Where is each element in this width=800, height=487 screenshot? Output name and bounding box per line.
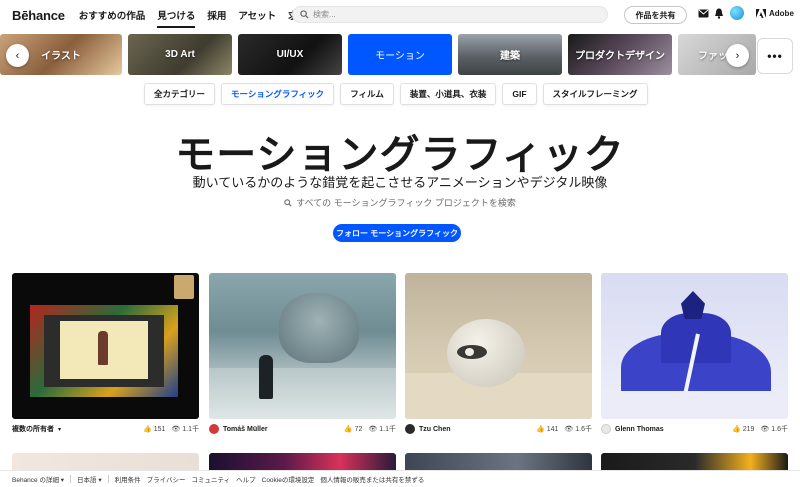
avatar [601,424,611,434]
avatar [405,424,415,434]
likes-count: 👍 72 [343,425,363,434]
search-icon [300,10,309,19]
likes-count: 👍 219 [731,425,755,434]
views-count: 👁 1.6千 [760,426,788,433]
footer-do-not-sell-link[interactable]: 個人情報の販売または共有を禁ずる [320,474,424,484]
eye-icon: 👁 [368,426,378,433]
thumbs-up-icon: 👍 [343,426,353,433]
search-placeholder: 検索... [313,10,336,19]
avatar [209,424,219,434]
category-label: UI/UX [276,49,304,60]
views-count: 👁 1.6千 [564,426,592,433]
project-owner[interactable]: 複数の所有者 ▾ [12,424,137,434]
eye-icon: 👁 [564,426,574,433]
chevron-down-icon: ▾ [58,426,62,433]
footer-bar: Behance の詳細 ▾ 日本語 ▾ 利用条件 プライバシー コミュニティ ヘ… [0,470,800,487]
eye-icon: 👁 [760,426,770,433]
share-work-button[interactable]: 作品を共有 [624,6,687,24]
project-thumbnail[interactable] [405,273,592,419]
project-meta: Tomáš Müller 👍 72 👁 1.1千 [209,419,396,439]
project-card[interactable]: Tomáš Müller 👍 72 👁 1.1千 [209,273,396,439]
more-categories-button[interactable]: ••• [757,38,793,74]
project-thumbnail[interactable] [209,273,396,419]
thumbs-up-icon: 👍 [142,426,152,433]
divider [70,475,72,483]
category-ui-ux[interactable]: UI/UX [238,34,342,75]
adobe-icon [756,9,766,18]
search-input[interactable]: 検索... [292,6,608,23]
owner-name: 複数の所有者 [12,426,54,433]
search-icon [284,199,292,207]
chevron-right-icon: › [735,49,740,62]
project-meta: 複数の所有者 ▾ 👍 151 👁 1.1千 [12,419,199,439]
likes-count: 👍 141 [535,425,559,434]
views-count: 👁 1.1千 [171,426,199,433]
footer-help-link[interactable]: ヘルプ [236,474,256,484]
category-label: 建築 [500,51,520,62]
project-meta: Tzu Chen 👍 141 👁 1.6千 [405,419,592,439]
subcategory-pills: 全カテゴリー モーショングラフィック フィルム 装置、小道具、衣装 GIF スタ… [144,83,648,105]
adobe-label: Adobe [769,9,794,18]
footer-terms-link[interactable]: 利用条件 [115,474,141,484]
project-thumbnail[interactable] [601,273,788,419]
main-nav: おすすめの作品 見つける 採用 アセット 求人 [79,0,307,30]
category-strip: イラスト 3D Art UI/UX モーション 建築 プロダクトデザイン ファッ [0,34,800,76]
eye-icon: 👁 [171,426,181,433]
project-owner[interactable]: Tomáš Müller [209,424,338,434]
pill-props-costumes[interactable]: 装置、小道具、衣装 [399,83,497,105]
project-card[interactable]: Tzu Chen 👍 141 👁 1.6千 [405,273,592,439]
nav-featured[interactable]: おすすめの作品 [79,0,146,30]
project-card[interactable]: 複数の所有者 ▾ 👍 151 👁 1.1千 [12,273,199,439]
page-subtitle: 動いているかのような錯覚を起こさせるアニメーションやデジタル映像 [192,175,608,190]
follow-category-button[interactable]: フォロー モーショングラフィック [333,224,461,242]
project-meta: Glenn Thomas 👍 219 👁 1.6千 [601,419,788,439]
footer-community-link[interactable]: コミュニティ [192,474,231,484]
pill-style-framing[interactable]: スタイルフレーミング [542,83,648,105]
chevron-left-icon: ‹ [15,49,20,62]
adobe-link[interactable]: Adobe [756,9,794,18]
owner-name: Tzu Chen [419,425,451,433]
category-label: モーション [375,51,425,62]
thumbs-up-icon: 👍 [535,426,545,433]
nav-assets[interactable]: アセット [238,0,276,30]
project-card[interactable]: Glenn Thomas 👍 219 👁 1.6千 [601,273,788,439]
mail-icon[interactable] [698,9,709,18]
project-thumbnail[interactable] [12,273,199,419]
user-avatar[interactable] [730,6,744,20]
category-label: 3D Art [165,49,195,60]
bell-icon[interactable] [714,8,724,19]
pill-film[interactable]: フィルム [340,83,394,105]
nav-discover[interactable]: 見つける [157,0,196,30]
behance-logo[interactable]: Bēhance [12,8,65,23]
category-label: イラスト [41,51,81,62]
category-label: ファッ [698,51,728,62]
nav-hire[interactable]: 採用 [207,0,226,30]
pill-motion-graphics[interactable]: モーショングラフィック [221,83,335,105]
category-search-link[interactable]: すべての モーショングラフィック プロジェクトを検索 [0,196,800,209]
category-motion[interactable]: モーション [348,34,452,75]
category-architecture[interactable]: 建築 [458,34,562,75]
next-category-button[interactable]: › [726,44,749,67]
pill-gif[interactable]: GIF [502,83,537,105]
owner-name: Glenn Thomas [615,425,664,433]
project-owner[interactable]: Tzu Chen [405,424,530,434]
thumbs-up-icon: 👍 [731,426,741,433]
language-select[interactable]: 日本語 ▾ [77,474,102,484]
category-product-design[interactable]: プロダクトデザイン [568,34,672,75]
category-3d-art[interactable]: 3D Art [128,34,232,75]
category-search-text: すべての モーショングラフィック プロジェクトを検索 [296,198,516,208]
pill-all-categories[interactable]: 全カテゴリー [144,83,216,105]
owner-name: Tomáš Müller [223,425,268,433]
divider [107,475,109,483]
views-count: 👁 1.1千 [368,426,396,433]
footer-cookie-link[interactable]: Cookieの環境設定 [262,474,315,484]
likes-count: 👍 151 [142,425,166,434]
category-label: プロダクトデザイン [575,51,665,62]
footer-privacy-link[interactable]: プライバシー [147,474,186,484]
prev-category-button[interactable]: ‹ [6,44,29,67]
project-owner[interactable]: Glenn Thomas [601,424,726,434]
footer-about-link[interactable]: Behance の詳細 ▾ [12,474,64,484]
